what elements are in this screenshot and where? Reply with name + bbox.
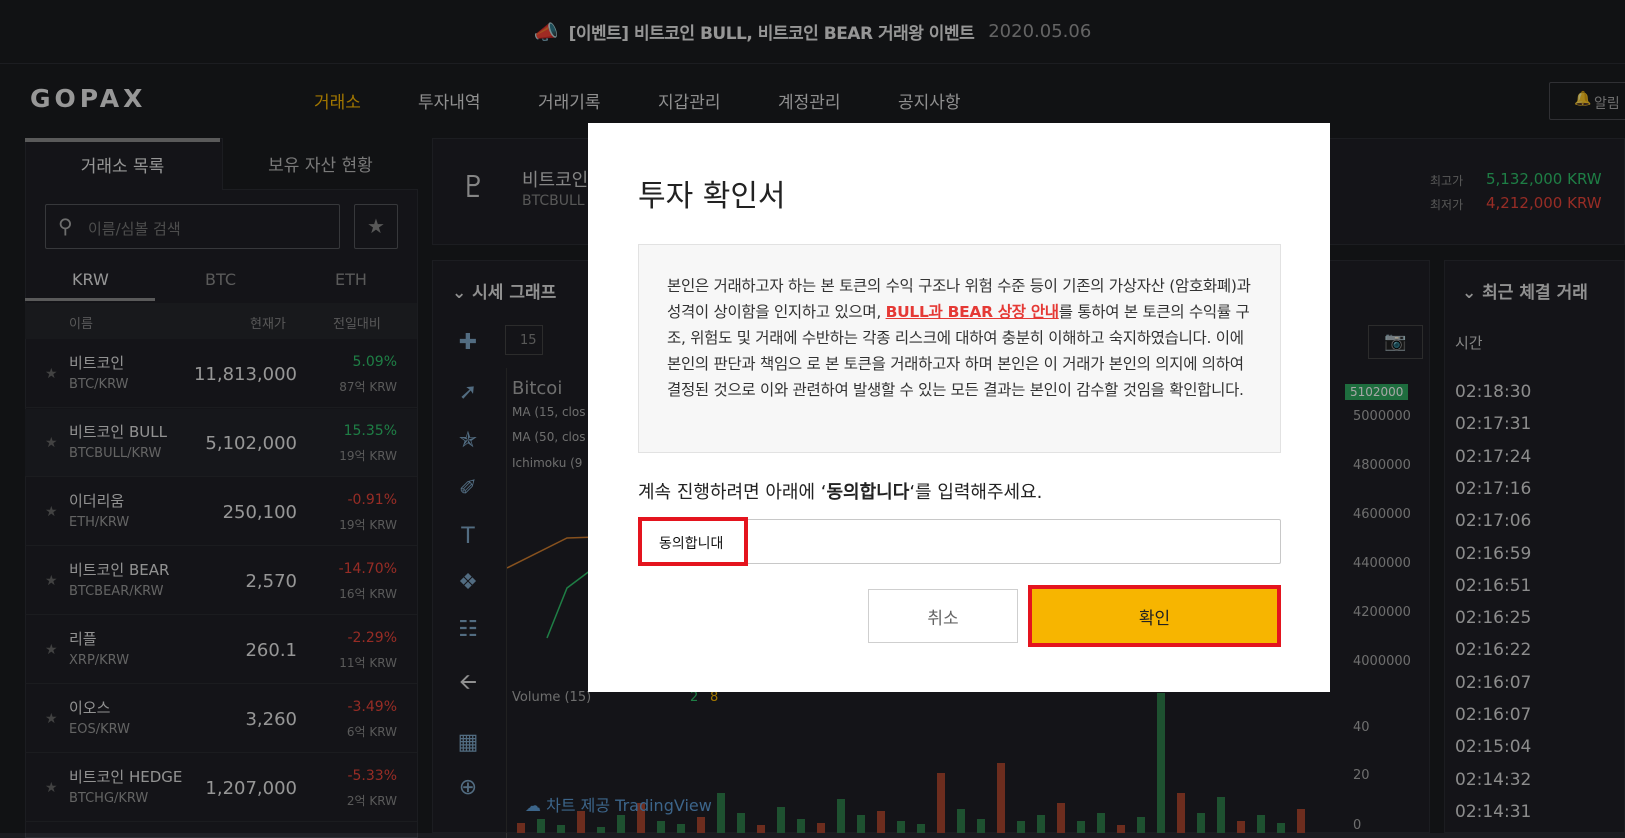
input-highlight-box xyxy=(638,517,748,566)
instr-keyword: 동의합니다 xyxy=(826,482,910,503)
modal-terms-box: 본인은 거래하고자 하는 본 토큰의 수익 구조나 위험 수준 등이 기존의 가… xyxy=(638,244,1281,453)
instr-post: ‘를 입력해주세요. xyxy=(909,482,1043,503)
instr-pre: 계속 진행하려면 아래에 ‘ xyxy=(638,482,827,503)
investment-confirm-modal: 투자 확인서 본인은 거래하고자 하는 본 토큰의 수익 구조나 위험 수준 등… xyxy=(588,123,1330,692)
bull-bear-notice-link[interactable]: BULL과 BEAR 상장 안내 xyxy=(886,303,1059,321)
cancel-button[interactable]: 취소 xyxy=(868,589,1018,643)
confirm-highlight-box xyxy=(1028,585,1281,647)
modal-instruction: 계속 진행하려면 아래에 ‘동의합니다‘를 입력해주세요. xyxy=(638,478,1042,504)
modal-title: 투자 확인서 xyxy=(638,179,786,214)
